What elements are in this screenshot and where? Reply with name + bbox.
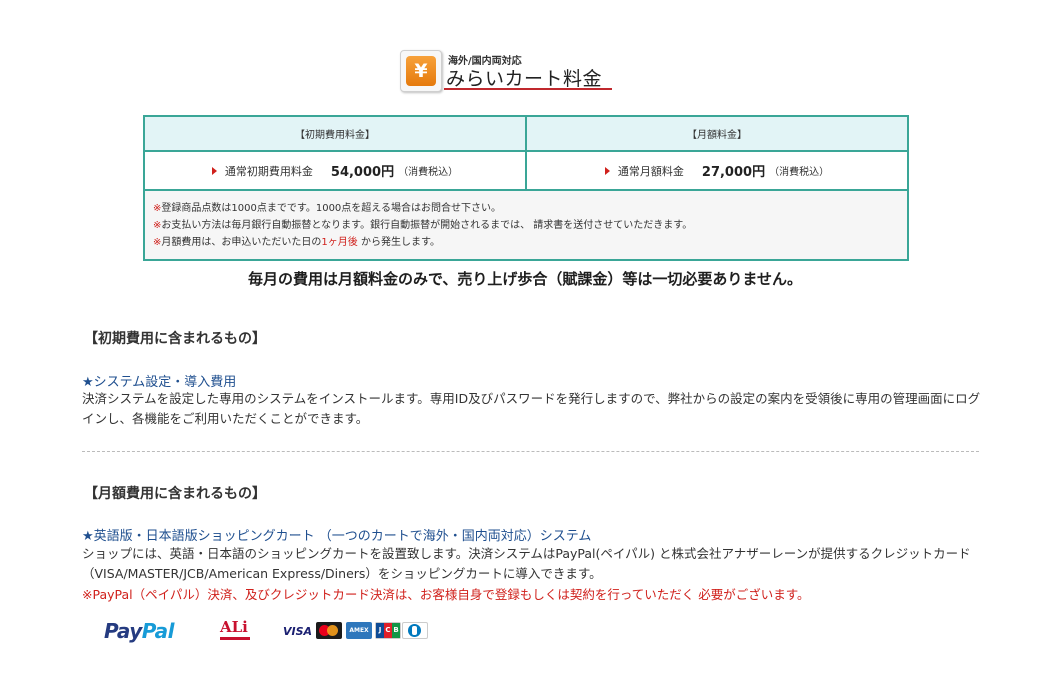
diners-logo — [402, 622, 428, 639]
ali-logo-bar — [220, 637, 250, 640]
note-text: から発生します。 — [357, 237, 440, 248]
monthly-fee-amount: 27,000円 — [701, 165, 766, 180]
paypal-logo: PayPal — [104, 619, 175, 643]
jcb-logo-letter: C — [384, 623, 392, 638]
monthly-item-title: ★英語版・日本語版ショッピングカート （一つのカートで海外・国内両対応）システム — [82, 529, 592, 544]
initial-fee-label: 通常初期費用料金 — [224, 164, 313, 178]
price-table: 【初期費用料金】 【月額料金】 通常初期費用料金 54,000円 （消費税込） … — [143, 115, 909, 261]
initial-section-heading: 【初期費用に含まれるもの】 — [84, 331, 266, 347]
title-underline — [444, 88, 612, 90]
triangle-bullet-icon — [604, 166, 610, 175]
page-title-block: ¥ 海外/国内両対応 みらいカート料金 — [400, 48, 612, 92]
visa-logo: VISA — [283, 625, 313, 638]
header-monthly-fee: 【月額料金】 — [687, 130, 747, 141]
price-notes: ※登録商品点数は1000点までです。1000点を超える場合はお問合せ下さい。 ※… — [145, 191, 907, 261]
monthly-fee-label: 通常月額料金 — [617, 164, 684, 178]
monthly-section-heading: 【月額費用に含まれるもの】 — [84, 486, 266, 502]
header-initial-fee: 【初期費用料金】 — [145, 117, 527, 150]
payment-warning: ※PayPal（ペイパル）決済、及びクレジットカード決済は、お客様自身で登録もし… — [82, 587, 810, 602]
ali-logo-text: ALi — [220, 618, 248, 636]
paypal-logo-part: Pal — [141, 619, 175, 643]
amex-logo: AMEX — [346, 622, 372, 639]
note-item: ※登録商品点数は1000点までです。1000点を超える場合はお問合せ下さい。 — [153, 200, 907, 217]
ali-logo: ALi — [218, 618, 252, 642]
jcb-logo-letter: J — [376, 623, 384, 638]
triangle-bullet-icon — [211, 166, 217, 175]
initial-fee-tax: （消費税込） — [398, 167, 459, 178]
jcb-logo: J C B — [375, 622, 401, 639]
section-divider — [82, 451, 979, 452]
diners-ring-icon — [408, 624, 421, 637]
fee-headline: 毎月の費用は月額料金のみで、売り上げ歩合（賦課金）等は一切必要ありません。 — [248, 270, 802, 288]
initial-item-body: 決済システムを設定した専用のシステムをインストールます。専用ID及びパスワードを… — [82, 391, 981, 426]
mastercard-logo — [316, 622, 342, 639]
note-text: お支払い方法は毎月銀行自動振替となります。銀行自動振替が開始されるまでは、 請求… — [161, 220, 693, 231]
jcb-logo-letter: B — [392, 623, 400, 638]
mastercard-circle-orange — [327, 625, 338, 636]
note-emphasis: 1ヶ月後 — [321, 237, 358, 248]
note-text: 月額費用は、お申込いただいた日の — [161, 237, 322, 248]
paypal-logo-part: Pay — [104, 619, 142, 643]
price-table-header-row: 【初期費用料金】 【月額料金】 — [145, 117, 907, 152]
monthly-item-body: ショップには、英語・日本語のショッピングカートを設置致します。決済システムはPa… — [82, 546, 971, 581]
monthly-fee-tax: （消費税込） — [769, 167, 830, 178]
note-item: ※月額費用は、お申込いただいた日の1ヶ月後 から発生します。 — [153, 234, 907, 251]
monthly-fee-cell: 通常月額料金 27,000円 （消費税込） — [527, 152, 907, 189]
yen-icon-glyph: ¥ — [406, 56, 436, 86]
price-table-value-row: 通常初期費用料金 54,000円 （消費税込） 通常月額料金 27,000円 （… — [145, 152, 907, 191]
initial-fee-amount: 54,000円 — [330, 165, 395, 180]
initial-fee-cell: 通常初期費用料金 54,000円 （消費税込） — [145, 152, 527, 189]
initial-item-title: ★システム設定・導入費用 — [82, 375, 237, 390]
note-item: ※お支払い方法は毎月銀行自動振替となります。銀行自動振替が開始されるまでは、 請… — [153, 217, 907, 234]
yen-icon: ¥ — [400, 50, 442, 92]
page-title: みらいカート料金 — [446, 68, 603, 90]
note-text: 登録商品点数は1000点までです。1000点を超える場合はお問合せ下さい。 — [161, 203, 501, 214]
